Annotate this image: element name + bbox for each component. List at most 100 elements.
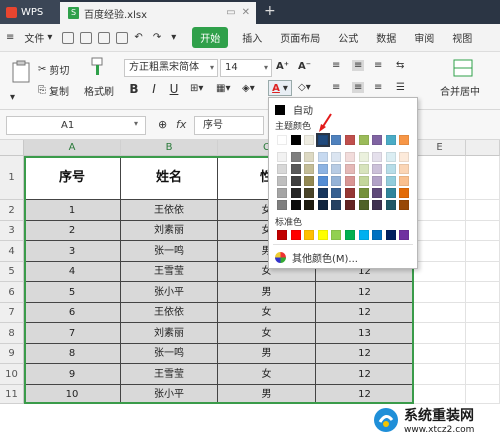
empty-cell[interactable]: [414, 303, 466, 323]
theme-shade-swatch[interactable]: [358, 164, 369, 174]
theme-shade-swatch[interactable]: [290, 164, 301, 174]
table-cell-d[interactable]: 12: [316, 344, 414, 364]
table-cell-index[interactable]: 1: [24, 200, 121, 221]
row-header-10[interactable]: 10: [0, 364, 24, 385]
theme-shade-swatch[interactable]: [345, 200, 355, 210]
table-cell-name[interactable]: 张一鸣: [121, 344, 218, 364]
auto-color-option[interactable]: 自动: [275, 102, 313, 117]
empty-cell[interactable]: [414, 262, 466, 282]
theme-shade-swatch[interactable]: [372, 152, 383, 162]
merge-center-icon[interactable]: [452, 58, 474, 78]
header-cell-name[interactable]: 姓名: [121, 156, 218, 200]
empty-cell[interactable]: [466, 156, 500, 200]
column-header-b[interactable]: B: [121, 140, 218, 156]
name-box[interactable]: A1: [6, 116, 146, 135]
standard-color-swatch[interactable]: [358, 230, 369, 240]
align-bottom-icon[interactable]: ≡: [374, 60, 382, 71]
row-header-2[interactable]: 2: [0, 200, 24, 221]
column-header-f[interactable]: [466, 140, 500, 156]
row-header-7[interactable]: 7: [0, 303, 24, 323]
row-header-1[interactable]: 1: [0, 156, 24, 200]
theme-shade-swatch[interactable]: [277, 164, 287, 174]
font-color-button[interactable]: A ▾: [268, 80, 292, 96]
fill-color-icon[interactable]: ◈▾: [242, 83, 255, 94]
theme-shade-swatch[interactable]: [399, 152, 410, 162]
standard-color-swatch[interactable]: [385, 230, 396, 240]
tab-insert[interactable]: 插入: [242, 30, 262, 45]
row-header-8[interactable]: 8: [0, 323, 24, 344]
theme-color-swatch[interactable]: [385, 135, 396, 145]
empty-cell[interactable]: [414, 344, 466, 364]
table-cell-name[interactable]: 刘素丽: [121, 221, 218, 241]
wps-home-tab[interactable]: WPS: [0, 0, 60, 24]
table-cell-index[interactable]: 2: [24, 221, 121, 241]
quick-access-more-icon[interactable]: ▾: [171, 32, 176, 43]
theme-shade-swatch[interactable]: [358, 176, 369, 186]
standard-color-swatch[interactable]: [331, 230, 342, 240]
orientation-icon[interactable]: ⇆: [396, 60, 404, 71]
table-cell-name[interactable]: 张小平: [121, 385, 218, 404]
format-painter-icon[interactable]: [86, 56, 108, 78]
align-right-icon[interactable]: ≡: [374, 82, 382, 93]
theme-color-swatch[interactable]: [304, 135, 315, 145]
tab-data[interactable]: 数据: [376, 30, 396, 45]
table-cell-name[interactable]: 王雪莹: [121, 364, 218, 385]
table-cell-gender[interactable]: 女: [218, 323, 316, 344]
theme-shade-swatch[interactable]: [385, 200, 396, 210]
theme-shade-swatch[interactable]: [358, 200, 369, 210]
theme-shade-swatch[interactable]: [290, 188, 301, 198]
more-colors-option[interactable]: 其他颜色(M)...: [275, 250, 358, 265]
tab-home[interactable]: 开始: [192, 27, 229, 48]
empty-cell[interactable]: [414, 156, 466, 200]
theme-shade-swatch[interactable]: [277, 200, 287, 210]
theme-shade-swatch[interactable]: [399, 200, 410, 210]
theme-color-swatch[interactable]: [358, 135, 369, 145]
table-cell-gender[interactable]: 女: [218, 364, 316, 385]
align-left-icon[interactable]: ≡: [332, 82, 340, 93]
border-icon[interactable]: ⊞▾: [190, 83, 203, 94]
table-cell-index[interactable]: 3: [24, 241, 121, 262]
theme-color-swatch[interactable]: [315, 133, 330, 147]
standard-color-swatch[interactable]: [345, 230, 355, 240]
theme-shade-swatch[interactable]: [304, 176, 315, 186]
table-cell-name[interactable]: 王依依: [121, 200, 218, 221]
table-cell-name[interactable]: 张小平: [121, 282, 218, 303]
table-cell-index[interactable]: 8: [24, 344, 121, 364]
theme-shade-swatch[interactable]: [331, 164, 342, 174]
empty-cell[interactable]: [414, 323, 466, 344]
empty-cell[interactable]: [466, 262, 500, 282]
merge-cells-icon[interactable]: ▦▾: [216, 83, 230, 94]
header-cell-index[interactable]: 序号: [24, 156, 121, 200]
clear-format-icon[interactable]: ◇▾: [298, 82, 311, 93]
table-cell-gender[interactable]: 男: [218, 344, 316, 364]
standard-color-swatch[interactable]: [317, 230, 328, 240]
document-tab[interactable]: S 百度经验.xlsx ▭ ✕: [60, 2, 256, 24]
theme-shade-swatch[interactable]: [277, 176, 287, 186]
tab-formulas[interactable]: 公式: [338, 30, 358, 45]
zoom-search-icon[interactable]: ⊕: [158, 118, 167, 131]
empty-cell[interactable]: [466, 200, 500, 221]
table-cell-d[interactable]: 12: [316, 282, 414, 303]
theme-shade-swatch[interactable]: [372, 188, 383, 198]
standard-color-swatch[interactable]: [277, 230, 287, 240]
tab-page-layout[interactable]: 页面布局: [280, 30, 320, 45]
theme-shade-swatch[interactable]: [290, 152, 301, 162]
table-cell-gender[interactable]: 男: [218, 385, 316, 404]
theme-shade-swatch[interactable]: [317, 200, 328, 210]
theme-shade-swatch[interactable]: [277, 188, 287, 198]
column-header-e[interactable]: E: [414, 140, 466, 156]
font-size-select[interactable]: 14 ▾: [220, 59, 272, 77]
theme-color-swatch[interactable]: [290, 135, 301, 145]
empty-cell[interactable]: [414, 200, 466, 221]
theme-shade-swatch[interactable]: [385, 164, 396, 174]
theme-shade-swatch[interactable]: [385, 188, 396, 198]
theme-shade-swatch[interactable]: [399, 164, 410, 174]
theme-shade-swatch[interactable]: [331, 152, 342, 162]
table-cell-index[interactable]: 6: [24, 303, 121, 323]
fx-icon[interactable]: fx: [176, 118, 186, 131]
theme-shade-swatch[interactable]: [304, 200, 315, 210]
theme-color-swatch[interactable]: [345, 135, 355, 145]
standard-color-swatch[interactable]: [399, 230, 410, 240]
paste-icon[interactable]: [8, 58, 36, 86]
row-header-11[interactable]: 11: [0, 385, 24, 404]
